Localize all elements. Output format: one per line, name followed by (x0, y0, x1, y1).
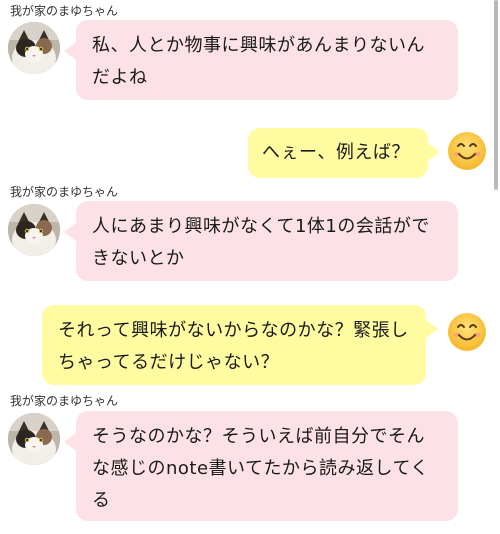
bubble-tail (426, 320, 438, 338)
message-bubble[interactable]: 人にあまり興味がなくて1体1の会話ができないとか (64, 201, 458, 281)
bubble-tail (64, 42, 76, 60)
chat-thread: 我が家のまゆちゃん 私、人とか物事に興味があんまりないんだよね へぇー、例えば？ (0, 0, 500, 534)
cat-avatar-icon (8, 204, 60, 256)
message-bubble[interactable]: それって興味がないからなのかな？緊張しちゃってるだけじゃない？ (42, 305, 438, 385)
message-bubble[interactable]: へぇー、例えば？ (248, 128, 440, 178)
scrollbar[interactable] (494, 0, 498, 190)
message-text: へぇー、例えば？ (262, 142, 410, 163)
message-bubble[interactable]: そうなのかな？そういえば前自分でそんな感じのnote書いてたから読み返してくる (64, 411, 458, 521)
message-text: それって興味がないからなのかな？緊張しちゃってるだけじゃない？ (58, 320, 409, 373)
bubble-tail (428, 143, 440, 161)
sender-name: 我が家のまゆちゃん (10, 4, 119, 18)
bubble-tail (64, 223, 76, 241)
message-text: 私、人とか物事に興味があんまりないんだよね (92, 35, 425, 88)
smiling-face-icon[interactable] (446, 311, 488, 353)
cat-avatar[interactable] (8, 413, 60, 465)
smiling-face-icon[interactable] (446, 130, 488, 172)
message-bubble[interactable]: 私、人とか物事に興味があんまりないんだよね (64, 20, 458, 100)
sender-name: 我が家のまゆちゃん (10, 394, 119, 408)
message-text: 人にあまり興味がなくて1体1の会話ができないとか (92, 216, 430, 269)
cat-avatar-icon (8, 413, 60, 465)
sender-name: 我が家のまゆちゃん (10, 185, 119, 199)
bubble-tail (64, 433, 76, 451)
message-text: そうなのかな？そういえば前自分でそんな感じのnote書いてたから読み返してくる (92, 426, 429, 511)
cat-avatar-icon (8, 22, 60, 74)
cat-avatar[interactable] (8, 22, 60, 74)
cat-avatar[interactable] (8, 204, 60, 256)
